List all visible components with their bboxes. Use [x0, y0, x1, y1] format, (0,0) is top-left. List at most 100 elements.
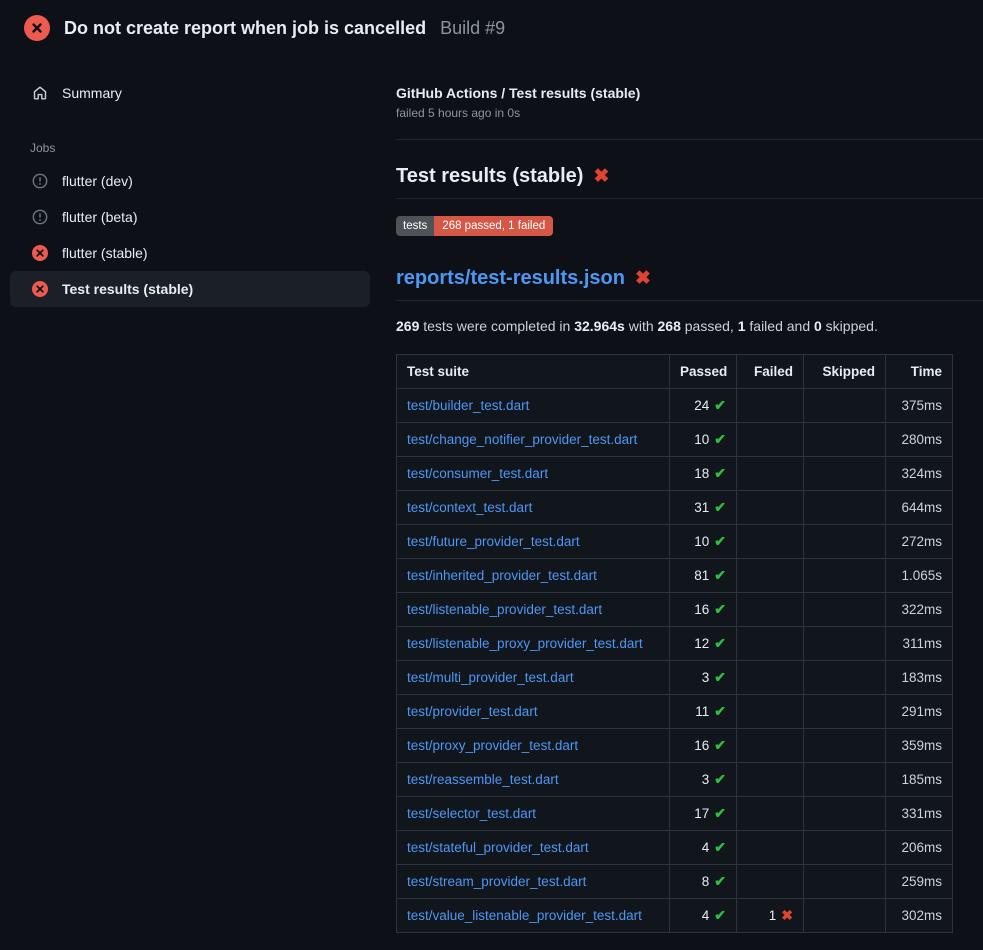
passed-cell: 24✔: [670, 389, 737, 423]
run-meta: failed 5 hours ago in 0s: [396, 106, 983, 120]
sidebar-item-job[interactable]: flutter (stable): [10, 235, 370, 271]
passed-cell: 10✔: [670, 525, 737, 559]
passed-cell: 4✔: [670, 899, 737, 933]
table-row: test/stream_provider_test.dart8✔259ms: [397, 865, 953, 899]
suite-link[interactable]: test/provider_test.dart: [407, 704, 538, 719]
suite-link[interactable]: test/stream_provider_test.dart: [407, 874, 586, 889]
suite-link[interactable]: test/listenable_proxy_provider_test.dart: [407, 636, 643, 651]
summary-segment: 32.964s: [574, 318, 625, 334]
suite-cell: test/consumer_test.dart: [397, 457, 670, 491]
table-row: test/stateful_provider_test.dart4✔206ms: [397, 831, 953, 865]
passed-cell: 17✔: [670, 797, 737, 831]
table-row: test/listenable_provider_test.dart16✔322…: [397, 593, 953, 627]
passed-count: 24: [694, 398, 709, 413]
table-row: test/reassemble_test.dart3✔185ms: [397, 763, 953, 797]
suite-link[interactable]: test/future_provider_test.dart: [407, 534, 580, 549]
suite-cell: test/reassemble_test.dart: [397, 763, 670, 797]
suite-link[interactable]: test/context_test.dart: [407, 500, 532, 515]
sidebar-item-summary[interactable]: Summary: [10, 75, 370, 111]
suite-link[interactable]: test/multi_provider_test.dart: [407, 670, 574, 685]
suite-link[interactable]: test/reassemble_test.dart: [407, 772, 559, 787]
badge-value: 268 passed, 1 failed: [434, 216, 553, 236]
check-icon: ✔: [714, 567, 726, 583]
passed-count: 31: [694, 500, 709, 515]
sidebar-item-job[interactable]: flutter (beta): [10, 199, 370, 235]
table-row: test/proxy_provider_test.dart16✔359ms: [397, 729, 953, 763]
suite-cell: test/builder_test.dart: [397, 389, 670, 423]
passed-cell: 10✔: [670, 423, 737, 457]
x-circle-icon: [32, 281, 48, 297]
section-heading: Test results (stable) ✖: [396, 165, 983, 199]
suite-link[interactable]: test/value_listenable_provider_test.dart: [407, 908, 642, 923]
column-header: Skipped: [804, 355, 886, 389]
column-header: Passed: [670, 355, 737, 389]
time-cell: 183ms: [886, 661, 953, 695]
passed-cell: 12✔: [670, 627, 737, 661]
time-cell: 311ms: [886, 627, 953, 661]
column-header: Failed: [737, 355, 804, 389]
suite-cell: test/listenable_proxy_provider_test.dart: [397, 627, 670, 661]
suite-link[interactable]: test/selector_test.dart: [407, 806, 536, 821]
skipped-cell: [804, 661, 886, 695]
passed-count: 3: [702, 772, 710, 787]
suite-cell: test/stream_provider_test.dart: [397, 865, 670, 899]
passed-count: 4: [702, 908, 710, 923]
sidebar-item-job[interactable]: flutter (dev): [10, 163, 370, 199]
home-icon: [32, 85, 48, 101]
suite-link[interactable]: test/stateful_provider_test.dart: [407, 840, 589, 855]
failed-cell: [737, 423, 804, 457]
suite-link[interactable]: test/inherited_provider_test.dart: [407, 568, 597, 583]
report-file-link[interactable]: reports/test-results.json: [396, 267, 625, 290]
x-icon: ✖: [781, 907, 793, 923]
jobs-section-label: Jobs: [30, 141, 380, 155]
passed-count: 17: [694, 806, 709, 821]
check-icon: ✔: [714, 907, 726, 923]
time-cell: 322ms: [886, 593, 953, 627]
failed-cell: [737, 729, 804, 763]
sidebar-item-job[interactable]: Test results (stable): [10, 271, 370, 307]
x-mark-icon: ✖: [635, 269, 651, 288]
sidebar-item-label: Summary: [62, 85, 122, 101]
check-icon: ✔: [714, 873, 726, 889]
check-icon: ✔: [714, 533, 726, 549]
passed-cell: 16 ✔: [670, 729, 737, 763]
failed-cell: [737, 627, 804, 661]
table-row: test/context_test.dart31✔644ms: [397, 491, 953, 525]
passed-count: 16: [694, 602, 709, 617]
passed-count: 16: [694, 738, 709, 753]
summary-segment: failed and: [746, 318, 815, 334]
passed-cell: 81✔: [670, 559, 737, 593]
table-row: test/future_provider_test.dart 10✔ 272ms: [397, 525, 953, 559]
suite-link[interactable]: test/proxy_provider_test.dart: [407, 738, 578, 753]
x-circle-icon: [32, 245, 48, 261]
failed-count: 1: [769, 908, 777, 923]
time-cell: 272ms: [886, 525, 953, 559]
divider: [396, 139, 983, 140]
badge-label: tests: [396, 216, 434, 236]
summary-segment: with: [625, 318, 658, 334]
summary-segment: 1: [738, 318, 746, 334]
table-row: test/consumer_test.dart18✔324ms: [397, 457, 953, 491]
check-icon: ✔: [714, 771, 726, 787]
suite-link[interactable]: test/listenable_provider_test.dart: [407, 602, 602, 617]
sidebar-item-label: Test results (stable): [62, 281, 193, 297]
section-title: Test results (stable): [396, 165, 583, 188]
suite-link[interactable]: test/consumer_test.dart: [407, 466, 548, 481]
check-icon: ✔: [714, 635, 726, 651]
suite-link[interactable]: test/builder_test.dart: [407, 398, 529, 413]
check-icon: ✔: [714, 499, 726, 515]
passed-count: 8: [702, 874, 710, 889]
check-icon: ✔: [714, 737, 726, 753]
failed-cell: [737, 797, 804, 831]
suite-link[interactable]: test/change_notifier_provider_test.dart: [407, 432, 637, 447]
check-icon: ✔: [714, 839, 726, 855]
tests-badge: tests 268 passed, 1 failed: [396, 216, 553, 236]
failed-cell: [737, 559, 804, 593]
skipped-cell: [804, 389, 886, 423]
table-row: test/change_notifier_provider_test.dart 1…: [397, 423, 953, 457]
column-header: Time: [886, 355, 953, 389]
summary-segment: passed,: [681, 318, 738, 334]
passed-cell: 3✔: [670, 661, 737, 695]
suite-cell: test/proxy_provider_test.dart: [397, 729, 670, 763]
cancelled-icon: [32, 209, 48, 225]
